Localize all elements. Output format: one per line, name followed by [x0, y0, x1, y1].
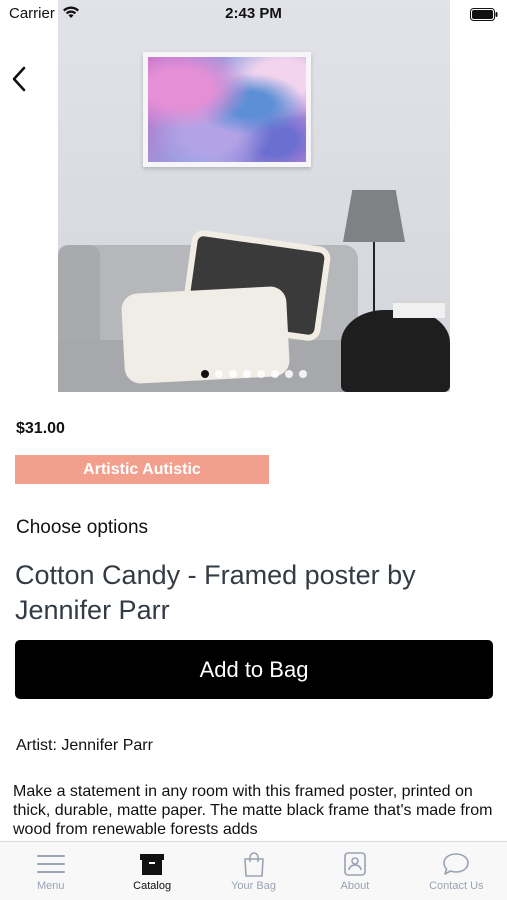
carousel-dot[interactable] — [229, 370, 237, 378]
tab-label: Your Bag — [231, 880, 276, 892]
tab-contact-us[interactable]: Contact Us — [406, 842, 507, 900]
tab-your-bag[interactable]: Your Bag — [203, 842, 304, 900]
carousel-dot[interactable] — [215, 370, 223, 378]
add-to-bag-button[interactable]: Add to Bag — [15, 640, 493, 699]
tab-catalog[interactable]: Catalog — [101, 842, 202, 900]
status-bar: Carrier 2:43 PM — [0, 0, 507, 30]
menu-icon — [36, 855, 65, 873]
tab-label: Catalog — [133, 880, 172, 892]
carousel-dot[interactable] — [243, 370, 251, 378]
carousel-dot[interactable] — [257, 370, 265, 378]
vendor-badge[interactable]: Artistic Autistic — [15, 455, 269, 484]
chat-icon — [443, 853, 470, 875]
carousel-dot[interactable] — [271, 370, 279, 378]
lamp-shade — [343, 190, 405, 242]
battery-icon — [470, 8, 498, 21]
carousel-dot[interactable] — [285, 370, 293, 378]
tab-bar: Menu Catalog Your Bag About Contact Us — [0, 841, 507, 900]
framed-poster — [143, 52, 311, 167]
back-chevron-icon[interactable] — [6, 62, 32, 96]
product-price: $31.00 — [16, 420, 65, 437]
product-title: Cotton Candy - Framed poster by Jennifer… — [15, 560, 416, 625]
bag-icon — [243, 852, 264, 877]
carousel-dot[interactable] — [299, 370, 307, 378]
carousel-dot[interactable] — [201, 370, 209, 378]
tab-menu[interactable]: Menu — [0, 842, 101, 900]
artist-label: Artist: Jennifer Parr — [16, 737, 153, 754]
product-image-carousel[interactable] — [58, 0, 450, 392]
tab-about[interactable]: About — [304, 842, 405, 900]
tab-label: Contact Us — [429, 880, 484, 892]
about-icon — [344, 852, 366, 876]
clock: 2:43 PM — [225, 5, 282, 22]
side-table — [341, 310, 450, 392]
choose-options-label: Choose options — [16, 517, 149, 538]
carousel-page-indicator[interactable] — [58, 370, 450, 378]
lamp-stand — [373, 242, 375, 312]
poster-artwork — [148, 57, 306, 162]
product-description: Make a statement in any room with this f… — [13, 783, 493, 838]
tab-label: About — [340, 880, 370, 892]
catalog-icon — [140, 854, 165, 875]
books — [393, 300, 445, 318]
tab-label: Menu — [36, 880, 65, 892]
